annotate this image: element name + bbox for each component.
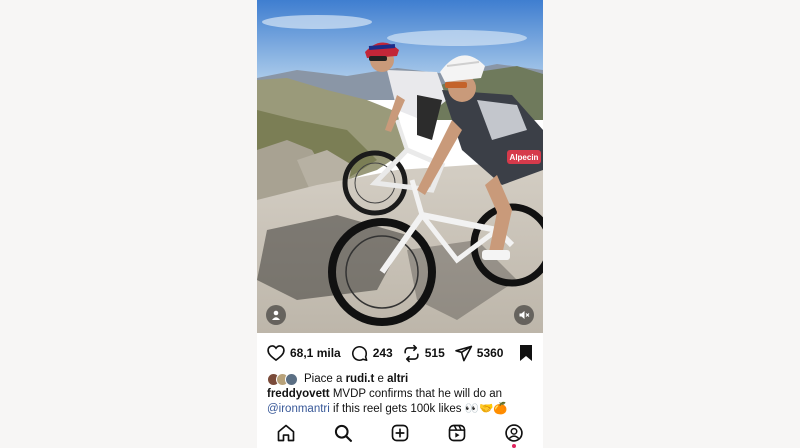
reposts-count: 515 — [424, 346, 445, 360]
caption-username[interactable]: freddyovett — [267, 388, 330, 400]
search-icon — [334, 424, 352, 442]
caption-text: MVDP confirms that he will do an — [329, 388, 502, 400]
bookmark-icon — [520, 345, 532, 361]
nav-profile[interactable] — [502, 421, 526, 448]
save-button[interactable] — [518, 344, 534, 362]
create-icon — [391, 424, 409, 442]
repost-icon — [404, 344, 419, 362]
likes-count: 68,1 mila — [290, 346, 341, 360]
like-button[interactable]: 68,1 mila — [266, 343, 341, 363]
caption-mention[interactable]: @ironmantri — [267, 403, 330, 415]
shares-count: 5360 — [476, 346, 504, 360]
post-caption: freddyovett MVDP confirms that he will d… — [267, 387, 537, 417]
liked-by-avatars — [267, 372, 298, 386]
liked-by-user[interactable]: rudi.t — [346, 373, 375, 385]
liked-by-others[interactable]: altri — [387, 373, 408, 385]
home-icon — [277, 424, 294, 442]
share-button[interactable]: 5360 — [454, 344, 504, 363]
jersey-brand-text: Alpecin — [510, 153, 539, 162]
send-icon — [454, 345, 472, 361]
repost-button[interactable]: 515 — [402, 344, 445, 363]
comments-count: 243 — [372, 346, 393, 360]
nav-home[interactable] — [274, 421, 298, 445]
liked-by-text: Piace a rudi.t e altri — [304, 373, 408, 385]
comment-icon — [351, 345, 368, 361]
nav-create[interactable] — [388, 421, 412, 445]
mute-icon — [519, 311, 530, 319]
heart-icon — [267, 345, 285, 362]
mute-button[interactable] — [514, 305, 534, 325]
post-video[interactable]: Alpecin — [257, 0, 543, 333]
avatar — [285, 372, 298, 386]
nav-search[interactable] — [331, 421, 355, 445]
caption-tail: if this reel gets 100k likes 👀🤝🍊 — [329, 403, 508, 415]
post-action-bar: 68,1 mila 243 515 5360 — [257, 340, 543, 366]
notification-dot — [512, 444, 517, 448]
bottom-navigation — [257, 418, 543, 448]
tag-people-icon — [272, 310, 280, 320]
reels-icon — [448, 424, 466, 442]
video-frame-illustration: Alpecin — [257, 0, 543, 333]
nav-reels[interactable] — [445, 421, 469, 445]
liked-by-row[interactable]: Piace a rudi.t e altri — [267, 371, 408, 387]
comment-button[interactable]: 243 — [350, 344, 393, 363]
instagram-post-screen: Alpecin 68,1 mila 243 515 5360 Piace a r… — [257, 0, 543, 448]
tag-people-button[interactable] — [266, 305, 286, 325]
liked-by-prefix: Piace a — [304, 373, 346, 385]
liked-by-suffix: e — [374, 373, 388, 385]
profile-icon — [505, 424, 524, 442]
